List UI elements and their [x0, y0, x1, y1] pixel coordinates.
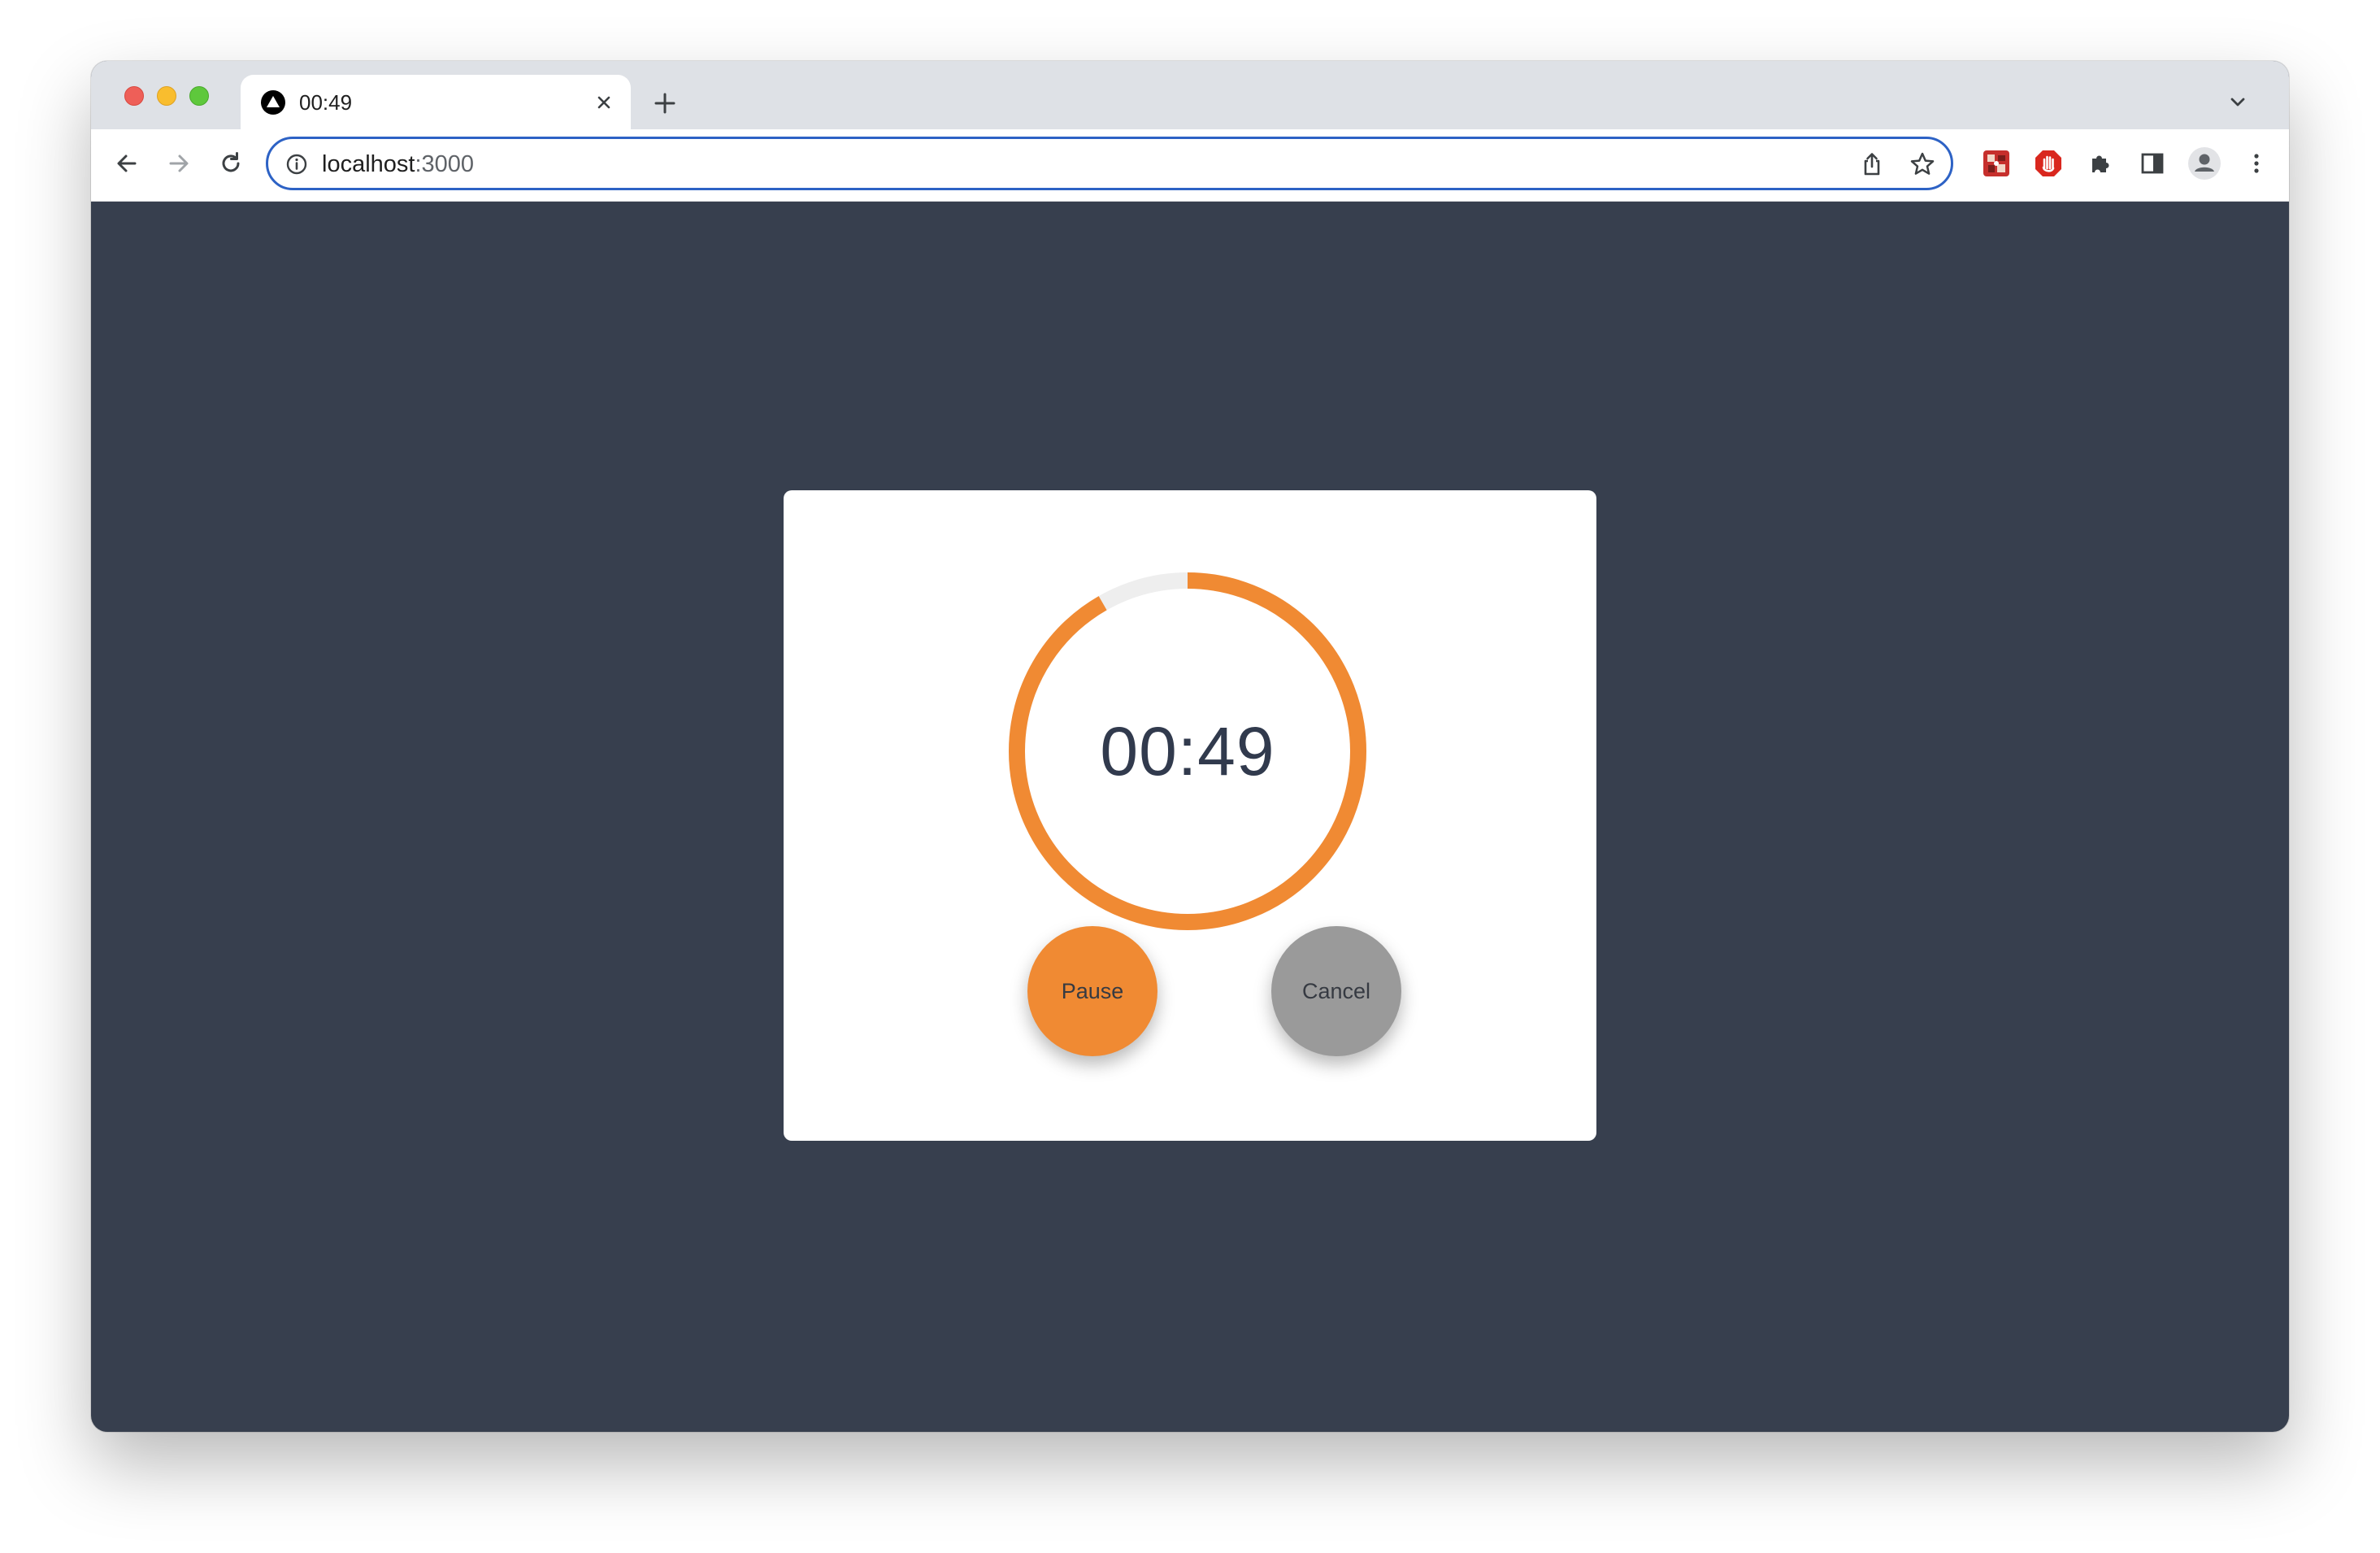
pause-button[interactable]: Pause [1027, 926, 1157, 1056]
browser-menu-button[interactable] [2239, 146, 2274, 181]
side-panel-icon [2141, 153, 2164, 174]
url-text: localhost:3000 [322, 150, 474, 178]
browser-window: 00:49 localhost:3000 00:49 Pause Cancel [91, 61, 2289, 1432]
tab-strip: 00:49 [91, 61, 2289, 129]
close-icon[interactable] [592, 90, 616, 115]
star-icon[interactable] [1909, 150, 1936, 178]
address-bar[interactable]: localhost:3000 [266, 137, 1953, 190]
url-port: :3000 [415, 151, 475, 177]
hand-stop-extension-icon [2035, 150, 2061, 176]
profile-avatar-icon [2188, 147, 2221, 180]
minimize-window-button[interactable] [157, 86, 176, 106]
arrow-left-icon [117, 154, 137, 172]
puzzle-app-extension-icon [1983, 150, 2009, 176]
triangle-logo-icon [261, 90, 285, 115]
browser-tab[interactable]: 00:49 [241, 75, 631, 129]
plus-icon[interactable] [650, 89, 680, 118]
timer-card: 00:49 Pause Cancel [784, 490, 1596, 1141]
browser-toolbar: localhost:3000 [91, 129, 2289, 202]
puzzle-icon [2092, 155, 2109, 172]
maximize-window-button[interactable] [189, 86, 209, 106]
info-icon[interactable] [284, 152, 309, 176]
reload-button[interactable] [213, 146, 249, 181]
back-button[interactable] [109, 146, 145, 181]
extensions-button[interactable] [2082, 146, 2118, 181]
cancel-button[interactable]: Cancel [1271, 926, 1401, 1056]
url-host: localhost [322, 151, 415, 177]
tab-title: 00:49 [299, 90, 353, 115]
arrow-right-icon [169, 154, 189, 172]
share-icon[interactable] [1858, 150, 1886, 178]
chevron-down-icon[interactable] [2226, 90, 2250, 115]
forward-button[interactable] [161, 146, 197, 181]
extension-button-1[interactable] [1978, 146, 2014, 181]
side-panel-button[interactable] [2135, 146, 2170, 181]
profile-button[interactable] [2187, 146, 2222, 181]
reload-icon [222, 152, 240, 172]
time-remaining: 00:49 [1100, 712, 1275, 790]
extension-button-2[interactable] [2030, 146, 2066, 181]
more-vertical-icon [2254, 154, 2259, 173]
close-window-button[interactable] [124, 86, 144, 106]
